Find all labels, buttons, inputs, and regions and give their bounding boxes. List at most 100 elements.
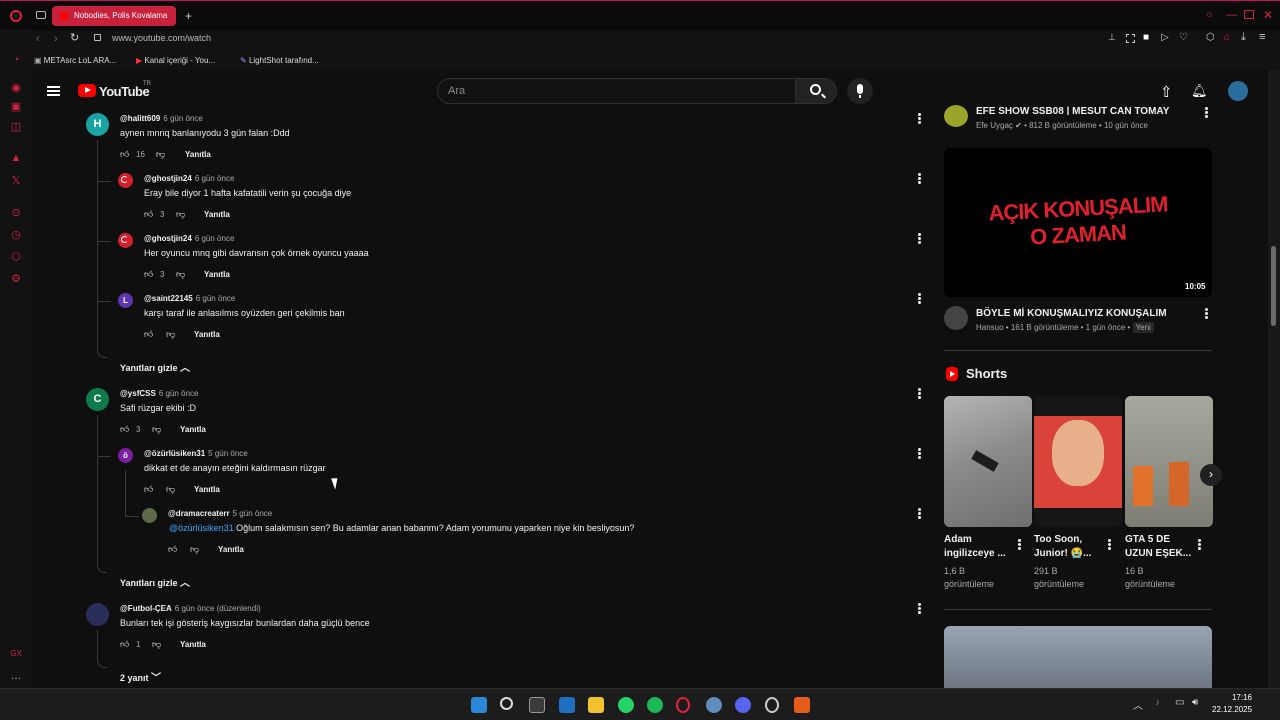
scrollbar-thumb[interactable] (1271, 246, 1276, 326)
search-icon[interactable] (500, 697, 513, 710)
comment-author[interactable]: @ysfCSS 6 gün önce (120, 389, 198, 398)
dislike-icon[interactable]: 👎︎ (166, 329, 175, 340)
clock-time[interactable]: 17:16 (1230, 693, 1252, 702)
address-bar[interactable]: www.youtube.com/watch (112, 33, 211, 43)
menu-icon[interactable]: ≡ (1259, 32, 1265, 43)
video-title[interactable]: EFE SHOW SSB08 | MESUT CAN TOMAY (976, 106, 1169, 115)
short-title[interactable]: Adam ingilizceye ... (944, 533, 1006, 561)
search-input[interactable]: Ara (437, 78, 796, 104)
instagram-icon[interactable]: ◫ (10, 121, 22, 133)
like-icon[interactable]: 👍︎ (168, 544, 177, 555)
snapshot-icon[interactable] (1126, 34, 1135, 43)
dislike-icon[interactable]: 👎︎ (152, 424, 161, 435)
video-menu-icon[interactable] (1205, 308, 1208, 319)
x-twitter-icon[interactable]: 𝕏 (10, 175, 22, 187)
reply-button[interactable]: Yanıtla (180, 640, 206, 649)
short-title[interactable]: GTA 5 DE UZUN EŞEK... (1125, 533, 1191, 561)
shield-icon[interactable]: ■ (1143, 33, 1149, 43)
channel-avatar[interactable] (944, 306, 968, 330)
comment-menu-icon[interactable] (918, 293, 921, 304)
dislike-icon[interactable]: 👎︎ (156, 149, 165, 160)
file-explorer-icon[interactable] (588, 697, 604, 713)
avatar[interactable]: ö (118, 448, 133, 463)
settings-icon[interactable]: ⚙ (10, 273, 22, 285)
notifications-bell-icon[interactable]: 🔔︎ (1191, 83, 1208, 99)
bookmark-metasrc[interactable]: ▣ METAsrc LoL ARA... (34, 56, 116, 65)
comment-menu-icon[interactable] (918, 233, 921, 244)
maximize-icon[interactable] (1244, 10, 1254, 19)
mention-link[interactable]: @özürlüsiken31 (169, 523, 234, 533)
task-view-icon[interactable] (529, 697, 545, 713)
upload-icon[interactable]: ⇧ (1160, 83, 1173, 101)
steam-icon[interactable] (706, 697, 722, 713)
comment-menu-icon[interactable] (918, 113, 921, 124)
like-icon[interactable]: 👍︎ (120, 149, 129, 160)
reply-button[interactable]: Yanıtla (204, 210, 230, 219)
bookmark-kanal[interactable]: ▶ Kanal içeriği - You... (136, 56, 215, 65)
extensions-icon[interactable]: ⬡ (1206, 33, 1215, 43)
arc-icon[interactable]: ▲ (10, 152, 22, 164)
avatar[interactable] (118, 233, 133, 248)
chat-icon[interactable]: ▣ (10, 101, 22, 113)
reply-button[interactable]: Yanıtla (194, 330, 220, 339)
start-icon[interactable] (471, 697, 487, 713)
reply-button[interactable]: Yanıtla (204, 270, 230, 279)
comment-author[interactable]: @ghostjin24 6 gün önce (144, 174, 234, 183)
dislike-icon[interactable]: 👎︎ (176, 269, 185, 280)
channel-avatar[interactable] (944, 105, 968, 127)
comment-menu-icon[interactable] (918, 508, 921, 519)
comment-author[interactable]: @dramacreaterr 5 gün önce (168, 509, 272, 518)
comment-author[interactable]: @ghostjin24 6 gün önce (144, 234, 234, 243)
tab-active[interactable]: Nobodies, Polis Kovalama (52, 6, 176, 26)
like-icon[interactable]: 👍︎ (120, 639, 129, 650)
extensions-sidebar-icon[interactable]: ⬡ (10, 251, 22, 263)
comment-menu-icon[interactable] (918, 603, 921, 614)
short-title[interactable]: Too Soon, Junior! 😭... (1034, 533, 1091, 561)
heart-icon[interactable]: ♡ (1179, 33, 1188, 43)
discord-icon[interactable] (735, 697, 751, 713)
avatar[interactable] (142, 508, 157, 523)
minimize-icon[interactable]: — (1226, 10, 1237, 21)
reply-button[interactable]: Yanıtla (180, 425, 206, 434)
reply-button[interactable]: Yanıtla (194, 485, 220, 494)
forward-icon[interactable]: › (54, 34, 58, 45)
wallet-icon[interactable]: ⌂ (1224, 33, 1230, 43)
hide-replies-button[interactable]: Yanıtları gizle ︿ (120, 574, 190, 589)
video-thumbnail[interactable]: AÇIK KONUŞALIM O ZAMAN 10:05 (944, 148, 1212, 297)
player-icon[interactable]: ⊙ (10, 207, 22, 219)
short-menu-icon[interactable] (1198, 539, 1201, 550)
youtube-logo-icon[interactable] (78, 84, 96, 97)
short-thumbnail[interactable] (944, 396, 1032, 527)
messenger-icon[interactable]: ◉ (10, 82, 22, 94)
whatsapp-icon[interactable] (618, 697, 634, 713)
comment-menu-icon[interactable] (918, 173, 921, 184)
avatar[interactable] (118, 173, 133, 188)
opera-logo-icon[interactable] (10, 10, 22, 22)
download-icon[interactable]: ⤓ (1241, 32, 1246, 43)
avatar[interactable] (86, 603, 109, 626)
search-tabs-icon[interactable]: ○ (1206, 10, 1213, 21)
short-thumbnail[interactable] (1125, 396, 1213, 527)
mail-icon[interactable] (559, 697, 575, 713)
like-icon[interactable]: 👍︎ (144, 484, 153, 495)
video-title[interactable]: BÖYLE Mİ KONUŞMALIYIZ KONUŞALIM (976, 308, 1167, 319)
bookmark-lightshot[interactable]: ✎ LightShot tarafınd... (240, 56, 319, 65)
spotify-icon[interactable] (647, 697, 663, 713)
mic-tray-icon[interactable]: ♪ (1155, 697, 1160, 708)
like-icon[interactable]: 👍︎ (144, 209, 153, 220)
comment-menu-icon[interactable] (918, 448, 921, 459)
avatar[interactable]: L (118, 293, 133, 308)
dislike-icon[interactable]: 👎︎ (152, 639, 161, 650)
new-tab-button[interactable]: + (185, 10, 192, 22)
tab-overview-icon[interactable] (36, 11, 46, 19)
play-icon[interactable]: ▷ (1161, 33, 1169, 43)
voice-search-button[interactable] (847, 78, 873, 104)
account-avatar[interactable] (1228, 81, 1248, 101)
shorts-next-button[interactable]: › (1200, 464, 1222, 486)
page-scrollbar[interactable] (1268, 70, 1280, 688)
volume-icon[interactable]: 🔊︎ (1192, 697, 1198, 708)
comment-author[interactable]: @saint22145 6 gün önce (144, 294, 235, 303)
dislike-icon[interactable]: 👎︎ (166, 484, 175, 495)
like-icon[interactable]: 👍︎ (144, 329, 153, 340)
more-icon[interactable]: … (10, 670, 22, 682)
